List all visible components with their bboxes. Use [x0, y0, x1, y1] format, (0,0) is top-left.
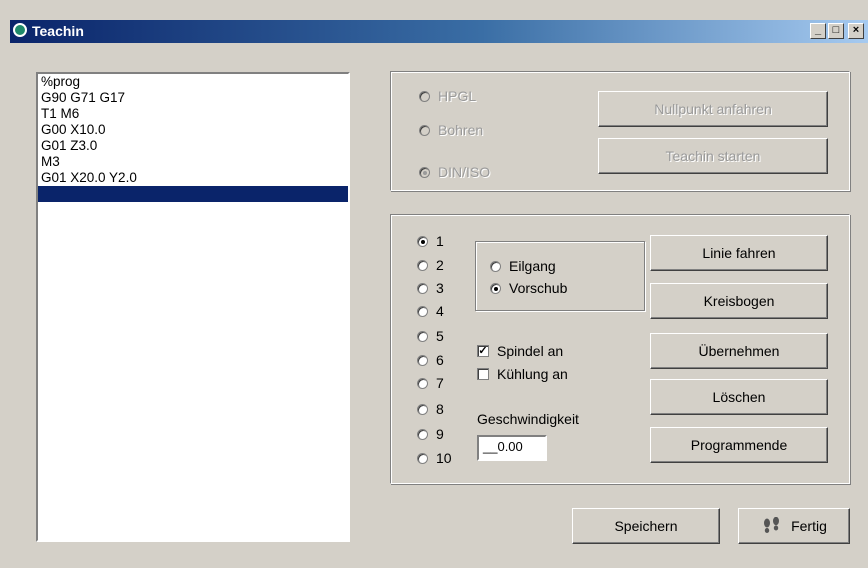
mode-radio-hpgl[interactable]: HPGL	[419, 88, 476, 104]
speed-mode-group: Eilgang Vorschub	[475, 241, 645, 311]
program-line[interactable]: T1 M6	[38, 106, 348, 122]
radio-dot	[490, 260, 501, 272]
radio-dot	[417, 428, 428, 440]
radio-dot	[417, 452, 428, 464]
mode-radio-diniso[interactable]: DIN/ISO	[419, 164, 490, 180]
vorschub-radio[interactable]: Vorschub	[490, 280, 567, 296]
radio-dot	[419, 90, 430, 102]
radio-dot	[417, 403, 428, 415]
window-title: Teachin	[32, 23, 84, 39]
eilgang-radio[interactable]: Eilgang	[490, 258, 556, 274]
program-line[interactable]: G01 Z3.0	[38, 138, 348, 154]
radio-dot	[417, 354, 428, 366]
program-line[interactable]: G01 X20.0 Y2.0	[38, 170, 348, 186]
tool-radio-1[interactable]: 1	[417, 233, 444, 249]
tool-radio-2[interactable]: 2	[417, 257, 444, 273]
tool-radio-8[interactable]: 8	[417, 401, 444, 417]
radio-dot	[490, 282, 501, 294]
loeschen-button[interactable]: Löschen	[650, 379, 828, 415]
tool-radio-6[interactable]: 6	[417, 352, 444, 368]
spindel-checkbox[interactable]: ✓ Spindel an	[477, 343, 563, 359]
program-line[interactable]: G90 G71 G17	[38, 90, 348, 106]
fertig-label: Fertig	[791, 518, 827, 534]
uebernehmen-button[interactable]: Übernehmen	[650, 333, 828, 369]
minimize-button[interactable]: _	[810, 23, 826, 39]
program-line[interactable]: G00 X10.0	[38, 122, 348, 138]
mode-group: HPGL Bohren DIN/ISO Nullpunkt anfahren T…	[390, 71, 850, 191]
maximize-button[interactable]: □	[828, 23, 844, 39]
tool-radio-3[interactable]: 3	[417, 280, 444, 296]
programmende-button[interactable]: Programmende	[650, 427, 828, 463]
geschwindigkeit-label: Geschwindigkeit	[477, 411, 579, 427]
radio-dot	[417, 305, 428, 317]
checkbox-check-icon: ✓	[477, 345, 489, 357]
tool-radio-4[interactable]: 4	[417, 303, 444, 319]
radio-dot	[417, 282, 428, 294]
radio-dot	[417, 259, 428, 271]
fertig-button[interactable]: Fertig	[738, 508, 850, 544]
tool-radio-9[interactable]: 9	[417, 426, 444, 442]
radio-dot	[417, 330, 428, 342]
app-icon	[13, 23, 27, 37]
tool-radio-7[interactable]: 7	[417, 375, 444, 391]
mode-radio-bohren[interactable]: Bohren	[419, 122, 483, 138]
radio-dot	[417, 235, 428, 247]
control-group: 1 2 3 4 5 6 7 8 9 10 Eilgang Vorschub ✓ S…	[390, 214, 850, 484]
kuehlung-checkbox[interactable]: Kühlung an	[477, 366, 568, 382]
program-line[interactable]: %prog	[38, 74, 348, 90]
title-bar: Teachin _ □ ×	[10, 20, 868, 43]
radio-dot	[419, 124, 430, 136]
close-button[interactable]: ×	[848, 23, 864, 39]
radio-dot	[419, 166, 430, 178]
tool-radio-5[interactable]: 5	[417, 328, 444, 344]
program-list[interactable]: %prog G90 G71 G17 T1 M6 G00 X10.0 G01 Z3…	[36, 72, 350, 542]
checkbox-box	[477, 368, 489, 380]
nullpunkt-anfahren-button[interactable]: Nullpunkt anfahren	[598, 91, 828, 127]
program-line[interactable]: M3	[38, 154, 348, 170]
teachin-starten-button[interactable]: Teachin starten	[598, 138, 828, 174]
program-line-selected[interactable]	[38, 186, 348, 202]
speichern-button[interactable]: Speichern	[572, 508, 720, 544]
footprints-icon	[764, 517, 780, 533]
radio-dot	[417, 377, 428, 389]
linie-fahren-button[interactable]: Linie fahren	[650, 235, 828, 271]
kreisbogen-button[interactable]: Kreisbogen	[650, 283, 828, 319]
tool-radio-10[interactable]: 10	[417, 450, 452, 466]
geschwindigkeit-input[interactable]: __0.00	[477, 435, 547, 461]
